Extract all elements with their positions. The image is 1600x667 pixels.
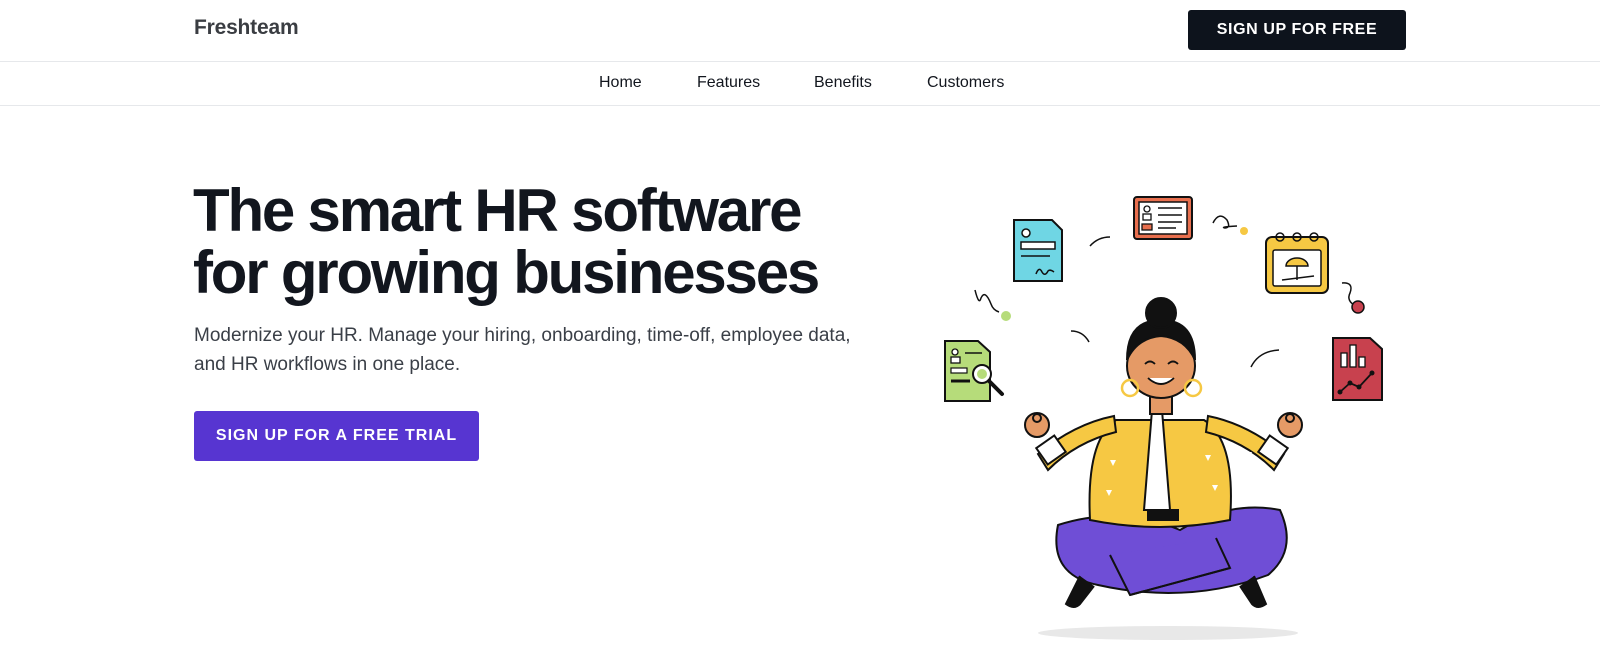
vacation-calendar-icon — [1265, 232, 1329, 294]
sign-up-for-free-button[interactable]: SIGN UP FOR FREE — [1188, 10, 1406, 50]
red-dot — [1351, 300, 1365, 314]
nav-home-link[interactable]: Home — [599, 74, 642, 92]
analytics-report-icon — [1332, 337, 1383, 401]
freshteam-logo[interactable]: Freshteam — [194, 16, 299, 40]
id-card-icon — [1133, 196, 1193, 240]
contract-doc-icon — [1013, 219, 1063, 282]
hero-subtext: Modernize your HR. Manage your hiring, o… — [194, 325, 851, 375]
main-nav: Home Features Benefits Customers — [0, 62, 1600, 106]
ground-shadow — [1038, 626, 1298, 640]
nav-features-link[interactable]: Features — [697, 74, 760, 92]
hero-headline: The smart HR software for growing busine… — [193, 177, 820, 306]
green-dot — [1001, 311, 1011, 321]
yellow-dot — [1240, 227, 1248, 235]
free-trial-button[interactable]: SIGN UP FOR A FREE TRIAL — [194, 411, 479, 461]
nav-customers-link[interactable]: Customers — [927, 74, 1004, 92]
candidate-search-doc-icon — [944, 340, 1004, 402]
meditating-woman-illustration — [944, 196, 1383, 640]
nav-benefits-link[interactable]: Benefits — [814, 74, 872, 92]
woman-figure — [1024, 297, 1303, 608]
top-header: Freshteam SIGN UP FOR FREE — [0, 0, 1600, 62]
